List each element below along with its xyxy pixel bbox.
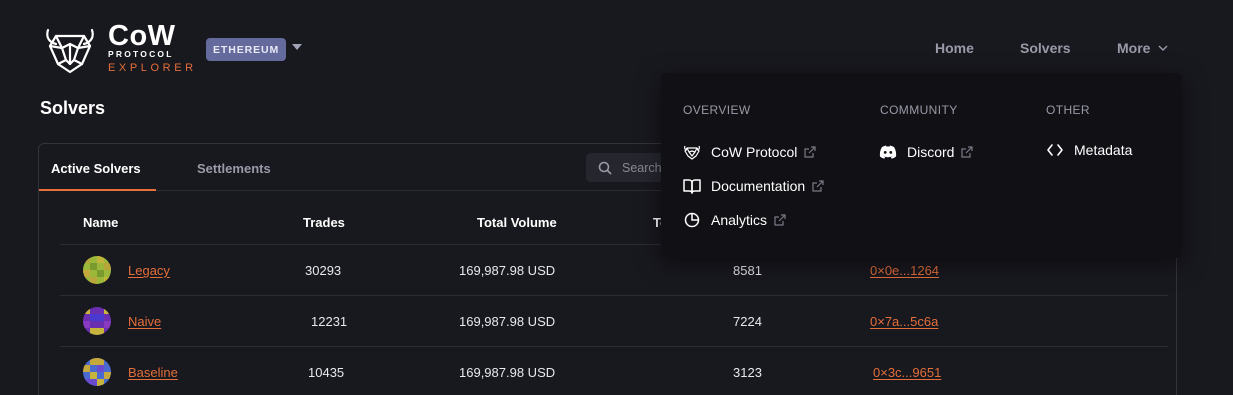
- other-heading: OTHER: [1046, 103, 1090, 117]
- partial-column-cell: 8581: [733, 263, 762, 278]
- trades-cell: 10435: [308, 365, 345, 380]
- row-divider: [60, 295, 1168, 296]
- active-tab-indicator: [39, 189, 156, 191]
- solver-link-naive[interactable]: Naive: [128, 314, 161, 329]
- nav-home[interactable]: Home: [935, 40, 974, 56]
- solver-link-legacy[interactable]: Legacy: [128, 263, 170, 278]
- address-link[interactable]: 0×0e...1264: [870, 263, 939, 278]
- code-icon: [1046, 141, 1064, 159]
- menu-item-label: Documentation: [711, 178, 806, 194]
- solver-avatar-naive: [83, 307, 111, 335]
- volume-cell: 169,987.98 USD: [459, 365, 556, 380]
- external-link-icon: [812, 180, 824, 192]
- solver-avatar-legacy: [83, 256, 111, 284]
- overview-heading: OVERVIEW: [683, 103, 751, 117]
- partial-column-cell: 3123: [733, 365, 762, 380]
- pie-chart-icon: [683, 211, 701, 229]
- volume-cell: 169,987.98 USD: [459, 263, 556, 278]
- column-header-name: Name: [83, 215, 119, 230]
- trades-cell: 30293: [305, 263, 342, 278]
- menu-item-label: Discord: [907, 144, 955, 160]
- solver-link-baseline[interactable]: Baseline: [128, 365, 178, 380]
- community-heading: COMMUNITY: [880, 103, 958, 117]
- column-header-trades: Trades: [303, 215, 345, 230]
- row-divider: [60, 346, 1168, 347]
- menu-item-discord[interactable]: Discord: [879, 143, 974, 161]
- volume-cell: 169,987.98 USD: [459, 314, 556, 329]
- nav-more[interactable]: More: [1117, 40, 1168, 56]
- column-header-total-volume: Total Volume: [477, 215, 557, 230]
- external-link-icon: [774, 214, 786, 226]
- address-link[interactable]: 0×3c...9651: [873, 365, 941, 380]
- more-dropdown-menu: OVERVIEW COMMUNITY OTHER CoW Protocol Do…: [661, 73, 1182, 258]
- menu-item-cow-protocol[interactable]: CoW Protocol: [683, 143, 816, 161]
- nav-solvers[interactable]: Solvers: [1020, 40, 1071, 56]
- partial-column-cell: 7224: [733, 314, 762, 329]
- logo-explorer-text: EXPLORER: [108, 62, 197, 74]
- search-icon: [598, 161, 612, 175]
- chevron-down-icon: [1158, 45, 1168, 51]
- page-title: Solvers: [40, 98, 106, 118]
- address-link[interactable]: 0×7a...5c6a: [870, 314, 938, 329]
- logo-protocol-text: PROTOCOL: [108, 49, 174, 59]
- menu-item-analytics[interactable]: Analytics: [683, 211, 786, 229]
- menu-item-documentation[interactable]: Documentation: [683, 177, 824, 195]
- external-link-icon: [804, 146, 816, 158]
- cow-icon: [683, 143, 701, 161]
- tab-settlements[interactable]: Settlements: [197, 161, 271, 176]
- logo-wordmark: CoW: [108, 20, 176, 52]
- menu-item-metadata[interactable]: Metadata: [1046, 141, 1132, 159]
- network-selector[interactable]: ETHEREUM: [206, 38, 287, 61]
- book-icon: [683, 177, 701, 195]
- discord-icon: [879, 143, 897, 161]
- menu-item-label: Analytics: [711, 212, 768, 228]
- trades-cell: 12231: [311, 314, 348, 329]
- nav-more-label: More: [1117, 40, 1151, 56]
- menu-item-label: Metadata: [1074, 142, 1133, 158]
- search-placeholder: Search: [622, 160, 662, 175]
- tab-active-solvers[interactable]: Active Solvers: [51, 161, 141, 176]
- menu-item-label: CoW Protocol: [711, 144, 798, 160]
- external-link-icon: [961, 146, 974, 158]
- cow-head-icon: [46, 28, 94, 74]
- solver-avatar-baseline: [83, 358, 111, 386]
- cow-protocol-logo[interactable]: CoW PROTOCOL EXPLORER: [42, 22, 197, 74]
- network-caret-icon[interactable]: [292, 44, 302, 50]
